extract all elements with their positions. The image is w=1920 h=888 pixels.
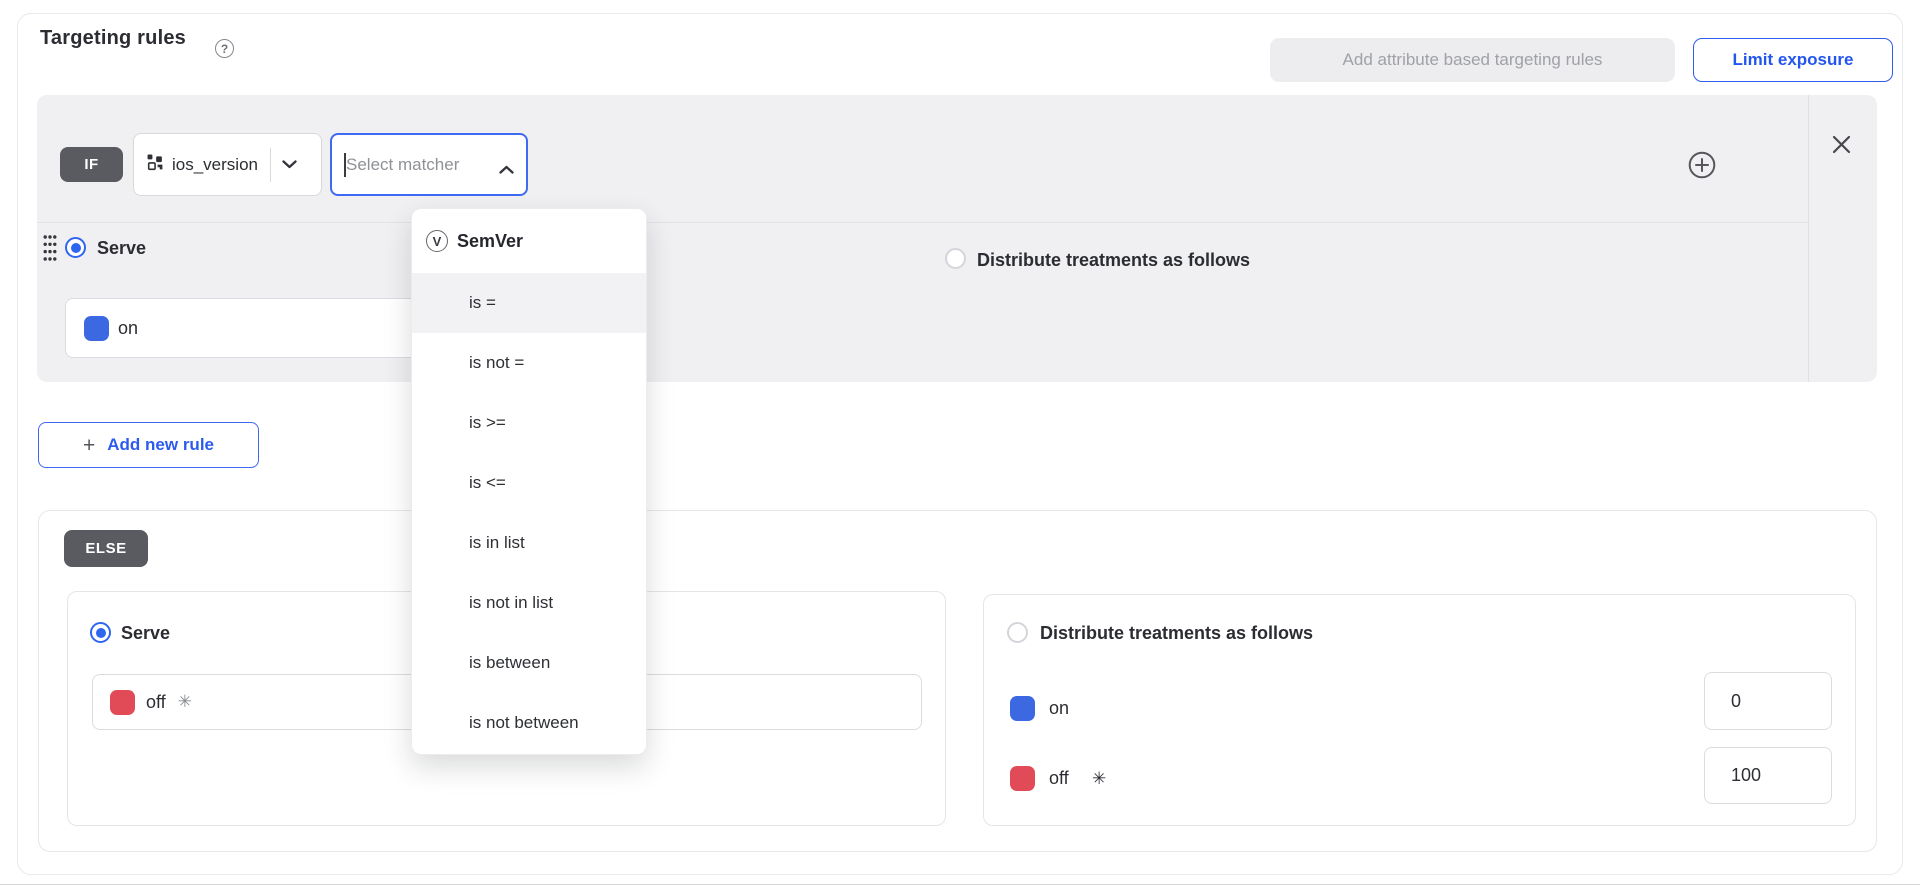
treatment-off-swatch	[1010, 766, 1035, 791]
dropdown-item-is-not-in-list[interactable]: is not in list	[412, 573, 646, 633]
custom-attribute-icon	[147, 154, 164, 176]
else-badge: ELSE	[64, 530, 148, 567]
else-serve-radio[interactable]	[90, 622, 111, 643]
dropdown-item-is-gte[interactable]: is >=	[412, 393, 646, 453]
chevron-down-icon	[282, 156, 297, 174]
delete-rule-button[interactable]	[1831, 134, 1852, 155]
else-distribute-panel: Distribute treatments as follows on off …	[983, 594, 1856, 826]
dropdown-item-is-not-equal[interactable]: is not =	[412, 333, 646, 393]
dropdown-item-is-between[interactable]: is between	[412, 633, 646, 693]
add-new-rule-button[interactable]: + Add new rule	[38, 422, 259, 468]
treatment-on-swatch	[1010, 696, 1035, 721]
attribute-divider	[270, 148, 271, 182]
attribute-select[interactable]: ios_version	[133, 133, 322, 196]
default-treatment-asterisk-icon: ✳	[178, 692, 192, 712]
treatment-on-swatch	[84, 316, 109, 341]
semver-icon: V	[426, 230, 448, 252]
dropdown-item-is-in-list[interactable]: is in list	[412, 513, 646, 573]
treatment-off-swatch	[110, 690, 135, 715]
serve-label: Serve	[97, 238, 146, 259]
else-serve-label: Serve	[121, 623, 170, 644]
dropdown-item-is-not-between[interactable]: is not between	[412, 693, 646, 753]
else-rule-block: ELSE Serve off ✳ Distribute treatments a…	[38, 510, 1877, 852]
plus-icon: +	[83, 435, 95, 456]
treatment-name: on	[1049, 698, 1069, 719]
treatment-off-percent-input[interactable]	[1704, 747, 1832, 804]
treatment-name: off	[1049, 768, 1069, 789]
help-icon[interactable]: ?	[215, 39, 234, 58]
dropdown-group-label: SemVer	[457, 231, 523, 252]
dropdown-group-header: V SemVer	[412, 209, 646, 273]
dropdown-item-is-lte[interactable]: is <=	[412, 453, 646, 513]
else-distribute-radio[interactable]	[1007, 622, 1028, 643]
add-new-rule-label: Add new rule	[107, 435, 214, 455]
plus-circle-icon	[1688, 167, 1716, 182]
matcher-select[interactable]	[330, 133, 528, 196]
matcher-dropdown: V SemVer is = is not = is >= is <= is in…	[411, 208, 647, 755]
add-condition-button[interactable]	[1688, 151, 1716, 179]
drag-handle-icon[interactable]	[43, 234, 57, 262]
page-title: Targeting rules	[40, 27, 186, 50]
close-icon	[1831, 143, 1852, 158]
if-rule-block: IF ios_version	[37, 95, 1877, 382]
add-attribute-rules-button[interactable]: Add attribute based targeting rules	[1270, 38, 1675, 82]
chevron-up-icon	[499, 161, 514, 179]
treatment-name: off	[146, 692, 166, 713]
distribute-label: Distribute treatments as follows	[977, 250, 1250, 271]
distribute-radio[interactable]	[945, 248, 966, 269]
serve-radio[interactable]	[65, 237, 86, 258]
attribute-value: ios_version	[172, 155, 258, 175]
else-distribute-label: Distribute treatments as follows	[1040, 623, 1313, 644]
default-treatment-asterisk-icon: ✳	[1092, 769, 1106, 789]
treatment-name: on	[118, 318, 138, 339]
row-divider	[37, 222, 1808, 223]
column-divider	[1808, 95, 1809, 382]
matcher-input[interactable]	[346, 137, 496, 192]
treatment-on-percent-input[interactable]	[1704, 672, 1832, 730]
dropdown-item-is-equal[interactable]: is =	[412, 273, 646, 333]
if-badge: IF	[60, 147, 123, 182]
limit-exposure-button[interactable]: Limit exposure	[1693, 38, 1893, 82]
section-divider	[0, 884, 1920, 885]
